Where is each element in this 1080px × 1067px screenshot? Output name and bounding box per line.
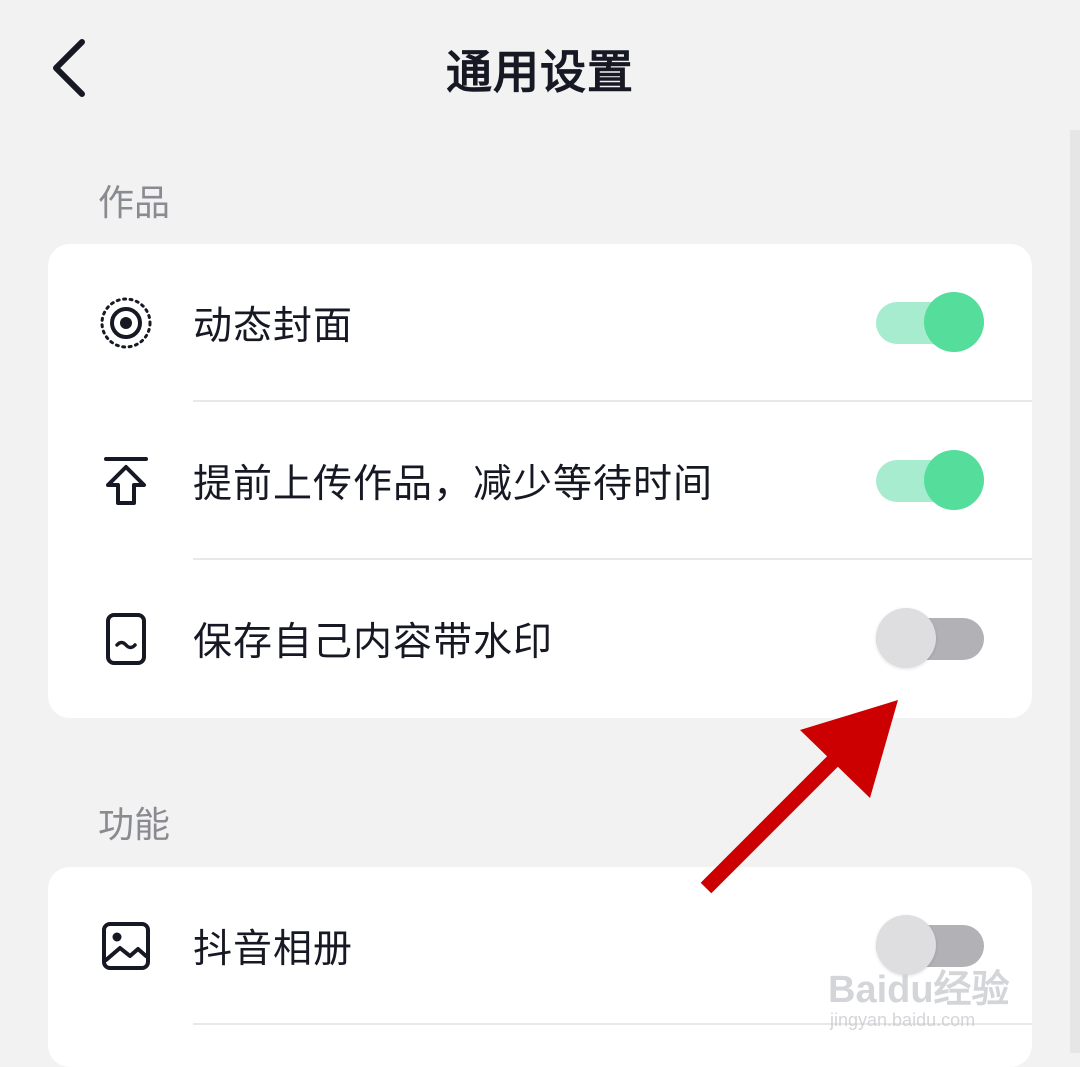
setting-label: 动态封面	[193, 304, 354, 349]
toggle-save-watermark[interactable]	[876, 607, 986, 671]
setting-label: 提前上传作品，减少等待时间	[193, 462, 714, 507]
setting-label: 保存自己内容带水印	[193, 620, 554, 665]
setting-row-pre-upload[interactable]: 提前上传作品，减少等待时间	[48, 402, 1032, 560]
live-cover-icon	[98, 295, 154, 351]
setting-row-save-watermark[interactable]: 保存自己内容带水印	[48, 560, 1032, 718]
setting-label: 抖音相册	[193, 927, 354, 972]
scrollbar[interactable]	[1070, 130, 1080, 1053]
toggle-knob	[876, 608, 936, 668]
upload-icon	[98, 453, 154, 509]
toggle-live-cover[interactable]	[876, 291, 986, 355]
watermark-url: jingyan.baidu.com	[830, 1010, 976, 1030]
baidu-watermark: Baidu经验 jingyan.baidu.com	[828, 958, 1028, 1038]
toggle-knob	[924, 292, 984, 352]
page-title: 通用设置	[446, 45, 634, 99]
section-label-features: 功能	[98, 805, 171, 846]
watermark-phone-icon	[98, 611, 154, 667]
toggle-knob	[924, 450, 984, 510]
setting-row-live-cover[interactable]: 动态封面	[48, 244, 1032, 402]
photo-album-icon	[98, 918, 154, 974]
settings-card-works: 动态封面 提前上传作品，减少等待时间 保存自己内容带水印	[48, 244, 1032, 718]
toggle-pre-upload[interactable]	[876, 449, 986, 513]
watermark-brand: Baidu经验	[828, 969, 1010, 1011]
header-bar: 通用设置	[0, 0, 1080, 140]
section-label-works: 作品	[98, 183, 171, 224]
